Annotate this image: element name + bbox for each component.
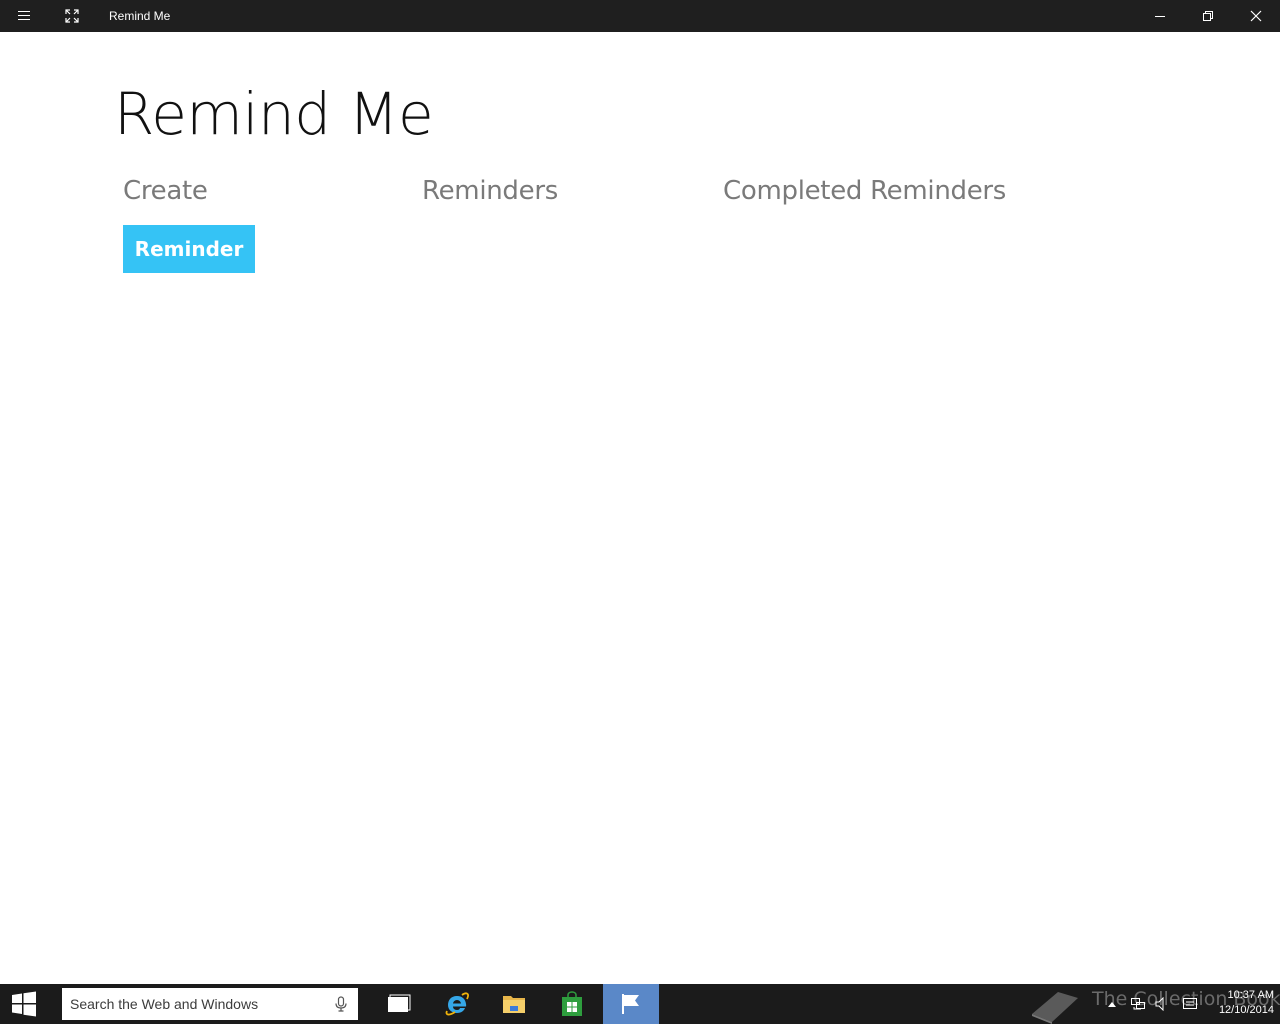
fullscreen-button[interactable] <box>48 0 96 32</box>
create-reminder-button[interactable]: Reminder <box>123 225 255 273</box>
restore-icon <box>1203 11 1213 21</box>
taskbar: Search the Web and Windows The Collectio… <box>0 984 1280 1024</box>
task-view-icon <box>388 994 411 1012</box>
minimize-button[interactable] <box>1136 0 1184 32</box>
file-explorer-icon <box>503 996 525 1013</box>
fullscreen-icon <box>65 9 79 23</box>
page-title: Remind Me <box>114 80 434 148</box>
close-icon <box>1250 10 1262 22</box>
microphone-icon[interactable] <box>334 996 348 1012</box>
chevron-up-icon <box>1108 1002 1116 1007</box>
search-box[interactable]: Search the Web and Windows <box>62 988 358 1020</box>
message-icon <box>1183 998 1197 1009</box>
system-clock[interactable]: 10:37 AM 12/10/2014 <box>1204 988 1274 1018</box>
network-button[interactable] <box>1128 984 1148 1024</box>
internet-explorer-icon <box>445 992 469 1016</box>
remind-me-icon <box>622 994 639 1014</box>
store-icon <box>562 991 582 1016</box>
file-explorer-button[interactable] <box>486 984 542 1024</box>
restore-button[interactable] <box>1184 0 1232 32</box>
action-center-button[interactable] <box>1180 984 1200 1024</box>
windows-logo-icon <box>12 991 36 1017</box>
task-view-button[interactable] <box>371 984 427 1024</box>
section-completed-heading: Completed Reminders <box>723 176 1007 206</box>
hamburger-icon <box>18 11 30 20</box>
section-reminders-heading: Reminders <box>422 176 558 206</box>
remind-me-taskbar-button[interactable] <box>603 984 659 1024</box>
start-button[interactable] <box>0 984 48 1024</box>
window-title: Remind Me <box>109 9 171 23</box>
search-input[interactable]: Search the Web and Windows <box>70 988 258 1020</box>
internet-explorer-button[interactable] <box>429 984 485 1024</box>
clock-date: 12/10/2014 <box>1218 1004 1274 1016</box>
close-button[interactable] <box>1232 0 1280 32</box>
network-icon <box>1131 998 1145 1010</box>
section-create-heading: Create <box>123 176 208 206</box>
clock-time: 10:37 AM <box>1227 989 1274 1001</box>
main-content: Remind Me Create Reminders Completed Rem… <box>0 32 1280 984</box>
store-button[interactable] <box>544 984 600 1024</box>
volume-button[interactable] <box>1152 984 1170 1024</box>
show-hidden-icons-button[interactable] <box>1104 984 1120 1024</box>
speaker-icon <box>1155 997 1164 1011</box>
title-bar: Remind Me <box>0 0 1280 32</box>
hamburger-menu-button[interactable] <box>0 0 48 32</box>
minimize-icon <box>1155 16 1165 17</box>
book-icon <box>1032 992 1078 1024</box>
